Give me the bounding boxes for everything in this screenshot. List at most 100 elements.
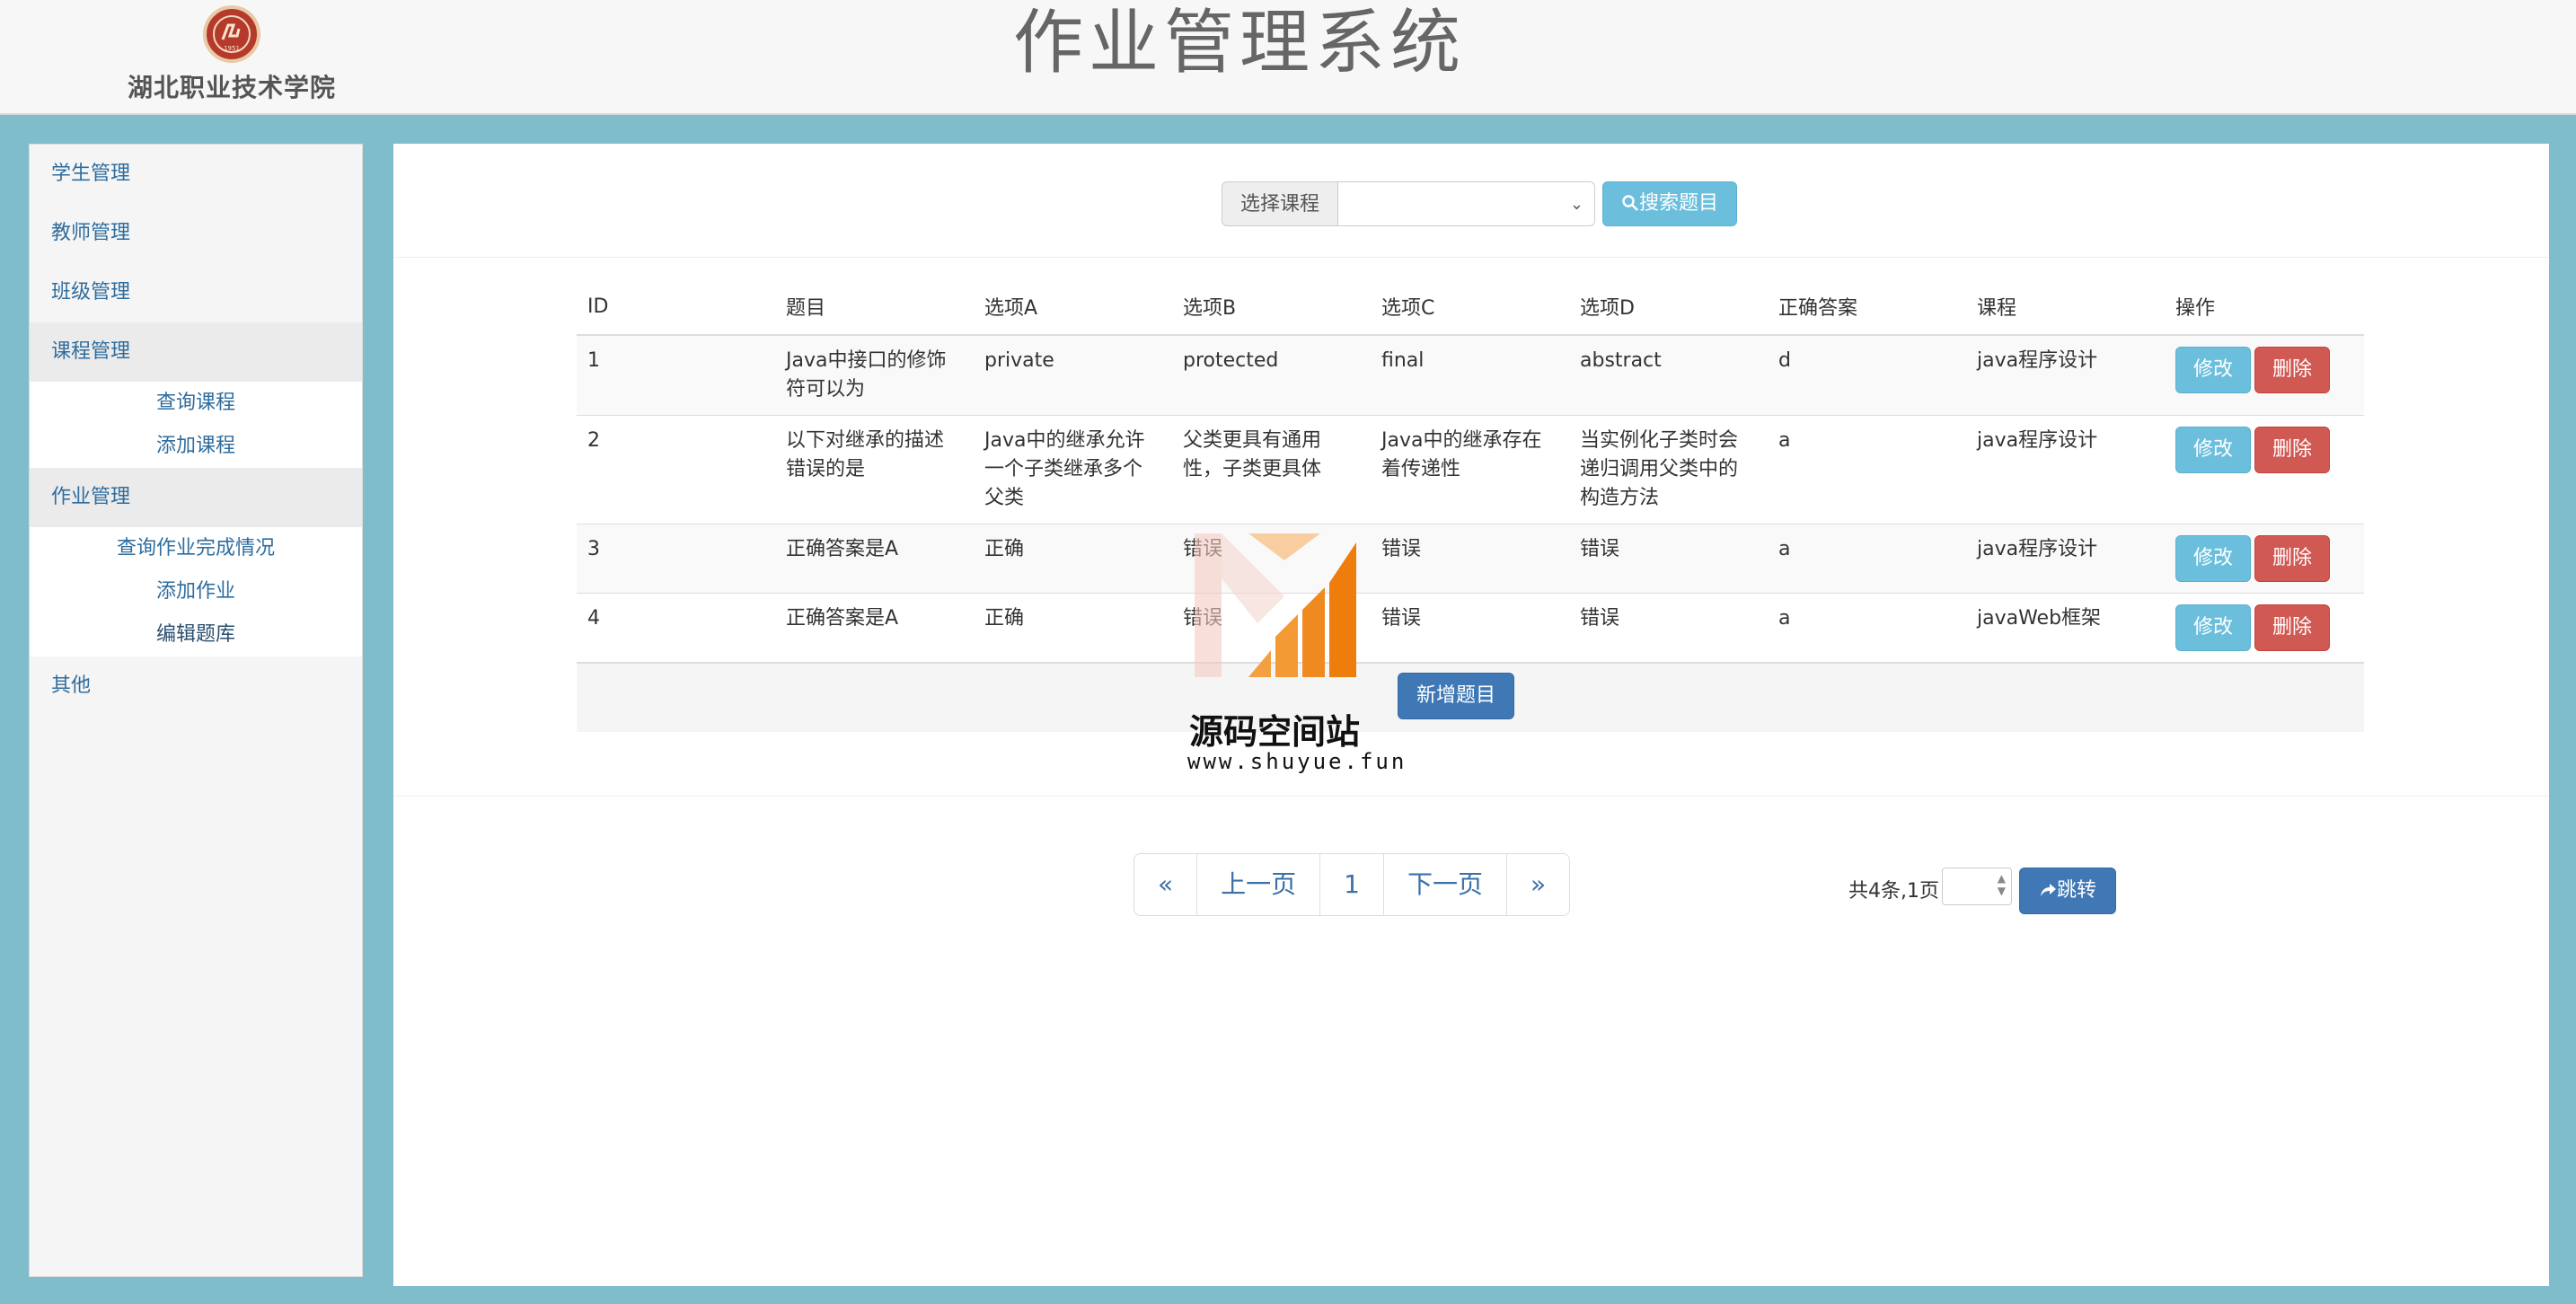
course-select[interactable]: ⌄ xyxy=(1338,181,1596,226)
nav-group-teacher: 教师管理 xyxy=(30,204,362,263)
page-first-button[interactable]: « xyxy=(1134,854,1198,915)
svg-text:1951: 1951 xyxy=(224,45,240,52)
page-number-current[interactable]: 1 xyxy=(1320,854,1384,915)
cell-option-a: 正确 xyxy=(974,593,1172,663)
school-logo-block: 1951 湖北职业技术学院 xyxy=(126,5,338,104)
nav-edit-question-bank[interactable]: 编辑题库 xyxy=(30,613,362,656)
cell-question: 正确答案是A xyxy=(775,524,974,594)
nav-course-management[interactable]: 课程管理 xyxy=(30,322,362,382)
add-question-cell: 新增题目 xyxy=(577,662,2364,732)
nav-query-course[interactable]: 查询课程 xyxy=(30,382,362,425)
edit-button[interactable]: 修改 xyxy=(2175,535,2251,582)
delete-button[interactable]: 删除 xyxy=(2254,427,2330,473)
page-info: 共4条,1页 xyxy=(1848,880,1939,903)
cell-id: 4 xyxy=(577,593,775,663)
school-seal-icon: 1951 xyxy=(203,5,260,63)
cell-answer: a xyxy=(1768,593,1966,663)
page-prev-button[interactable]: 上一页 xyxy=(1197,854,1321,915)
delete-button[interactable]: 删除 xyxy=(2254,604,2330,651)
cell-answer: a xyxy=(1768,524,1966,594)
nav-other[interactable]: 其他 xyxy=(30,656,362,716)
nav-class-management[interactable]: 班级管理 xyxy=(30,263,362,322)
nav-group-class: 班级管理 xyxy=(30,263,362,322)
add-question-row: 新增题目 xyxy=(577,662,2364,732)
table-header-row: ID 题目 选项A 选项B 选项C 选项D 正确答案 课程 操作 xyxy=(577,278,2364,336)
page-last-button[interactable]: » xyxy=(1507,854,1569,915)
table-row: 1 Java中接口的修饰符可以为 private protected final… xyxy=(577,334,2364,416)
cell-option-d: abstract xyxy=(1569,334,1768,416)
share-arrow-icon xyxy=(2040,884,2056,896)
spinner-icon[interactable]: ▲ ▼ xyxy=(1998,872,2006,897)
edit-button[interactable]: 修改 xyxy=(2175,347,2251,393)
cell-option-c: final xyxy=(1371,334,1569,416)
table-row: 2 以下对继承的描述错误的是 Java中的继承允许一个子类继承多个父类 父类更具… xyxy=(577,415,2364,524)
watermark: 源码空间站 www.shuyue.fun xyxy=(1186,524,1404,774)
search-questions-button[interactable]: 搜索题目 xyxy=(1602,181,1738,226)
chevron-down-icon: ⌄ xyxy=(1569,195,1584,214)
cell-course: java程序设计 xyxy=(1966,415,2165,524)
nav-add-course[interactable]: 添加课程 xyxy=(30,425,362,468)
cell-actions: 修改 删除 xyxy=(2165,593,2364,663)
col-header-question: 题目 xyxy=(775,278,974,336)
cell-id: 3 xyxy=(577,524,775,594)
search-icon xyxy=(1622,195,1638,211)
col-header-course: 课程 xyxy=(1966,278,2165,336)
add-question-button[interactable]: 新增题目 xyxy=(1398,673,1514,719)
nav-homework-management[interactable]: 作业管理 xyxy=(30,468,362,527)
edit-button[interactable]: 修改 xyxy=(2175,604,2251,651)
cell-actions: 修改 删除 xyxy=(2165,524,2364,594)
cell-id: 2 xyxy=(577,415,775,524)
watermark-logo-icon xyxy=(1195,533,1356,677)
app-title: 作业管理系统 xyxy=(1013,3,1467,84)
main-panel: 选择课程 ⌄ 搜索题目 ID 题目 选项A 选项B 选项C 选项D 正确答案 课… xyxy=(393,144,2549,1286)
sidebar: 学生管理 教师管理 班级管理 课程管理 查询课程 添加课程 作业管理 查询作业完… xyxy=(29,144,363,1277)
cell-option-b: protected xyxy=(1172,334,1371,416)
table-row: 3 正确答案是A 正确 错误 错误 错误 a java程序设计 修改删除 xyxy=(577,524,2364,594)
cell-option-d: 当实例化子类时会递归调用父类中的构造方法 xyxy=(1569,415,1768,524)
course-select-group: 选择课程 ⌄ 搜索题目 xyxy=(1222,181,1738,226)
delete-button[interactable]: 删除 xyxy=(2254,347,2330,393)
cell-option-a: 正确 xyxy=(974,524,1172,594)
cell-option-d: 错误 xyxy=(1569,593,1768,663)
col-header-id: ID xyxy=(577,278,775,336)
nav-teacher-management[interactable]: 教师管理 xyxy=(30,204,362,263)
school-name: 湖北职业技术学院 xyxy=(127,73,336,102)
nav-student-management[interactable]: 学生管理 xyxy=(30,145,362,204)
cell-answer: d xyxy=(1768,334,1966,416)
question-table-area: ID 题目 选项A 选项B 选项C 选项D 正确答案 课程 操作 1 Java中… xyxy=(577,278,2364,732)
cell-course: java程序设计 xyxy=(1966,524,2165,594)
cell-option-b: 父类更具有通用性，子类更具体 xyxy=(1172,415,1371,524)
page-jump-input[interactable]: ▲ ▼ xyxy=(1942,868,2012,905)
page-jump-button[interactable]: 跳转 xyxy=(2019,868,2116,914)
delete-button[interactable]: 删除 xyxy=(2254,535,2330,582)
cell-course: javaWeb框架 xyxy=(1966,593,2165,663)
question-table: ID 题目 选项A 选项B 选项C 选项D 正确答案 课程 操作 1 Java中… xyxy=(577,278,2364,732)
nav-group-student: 学生管理 xyxy=(30,145,362,204)
col-header-answer: 正确答案 xyxy=(1768,278,1966,336)
cell-actions: 修改 删除 xyxy=(2165,334,2364,416)
nav-group-course: 课程管理 查询课程 添加课程 xyxy=(30,322,362,468)
search-bar: 选择课程 ⌄ 搜索题目 xyxy=(393,144,2549,258)
cell-question: 以下对继承的描述错误的是 xyxy=(775,415,974,524)
nav-group-other: 其他 xyxy=(30,656,362,716)
page-next-button[interactable]: 下一页 xyxy=(1384,854,1507,915)
nav-homework-submenu: 查询作业完成情况 添加作业 编辑题库 xyxy=(30,527,362,656)
table-row: 4 正确答案是A 正确 错误 错误 错误 a javaWeb框架 修改删除 xyxy=(577,593,2364,663)
cell-answer: a xyxy=(1768,415,1966,524)
cell-actions: 修改 删除 xyxy=(2165,415,2364,524)
col-header-option-a: 选项A xyxy=(974,278,1172,336)
cell-question: Java中接口的修饰符可以为 xyxy=(775,334,974,416)
nav-add-homework[interactable]: 添加作业 xyxy=(30,570,362,613)
nav-query-homework-completion[interactable]: 查询作业完成情况 xyxy=(30,527,362,570)
edit-button[interactable]: 修改 xyxy=(2175,427,2251,473)
cell-option-a: Java中的继承允许一个子类继承多个父类 xyxy=(974,415,1172,524)
course-select-label: 选择课程 xyxy=(1222,181,1339,226)
col-header-option-c: 选项C xyxy=(1371,278,1569,336)
search-button-label: 搜索题目 xyxy=(1639,192,1719,215)
cell-question: 正确答案是A xyxy=(775,593,974,663)
watermark-url: www.shuyue.fun xyxy=(1187,749,1407,774)
app-header: 1951 湖北职业技术学院 作业管理系统 xyxy=(0,0,2576,115)
col-header-option-d: 选项D xyxy=(1569,278,1768,336)
page-jump-label: 跳转 xyxy=(2056,879,2096,902)
cell-option-c: Java中的继承存在着传递性 xyxy=(1371,415,1569,524)
